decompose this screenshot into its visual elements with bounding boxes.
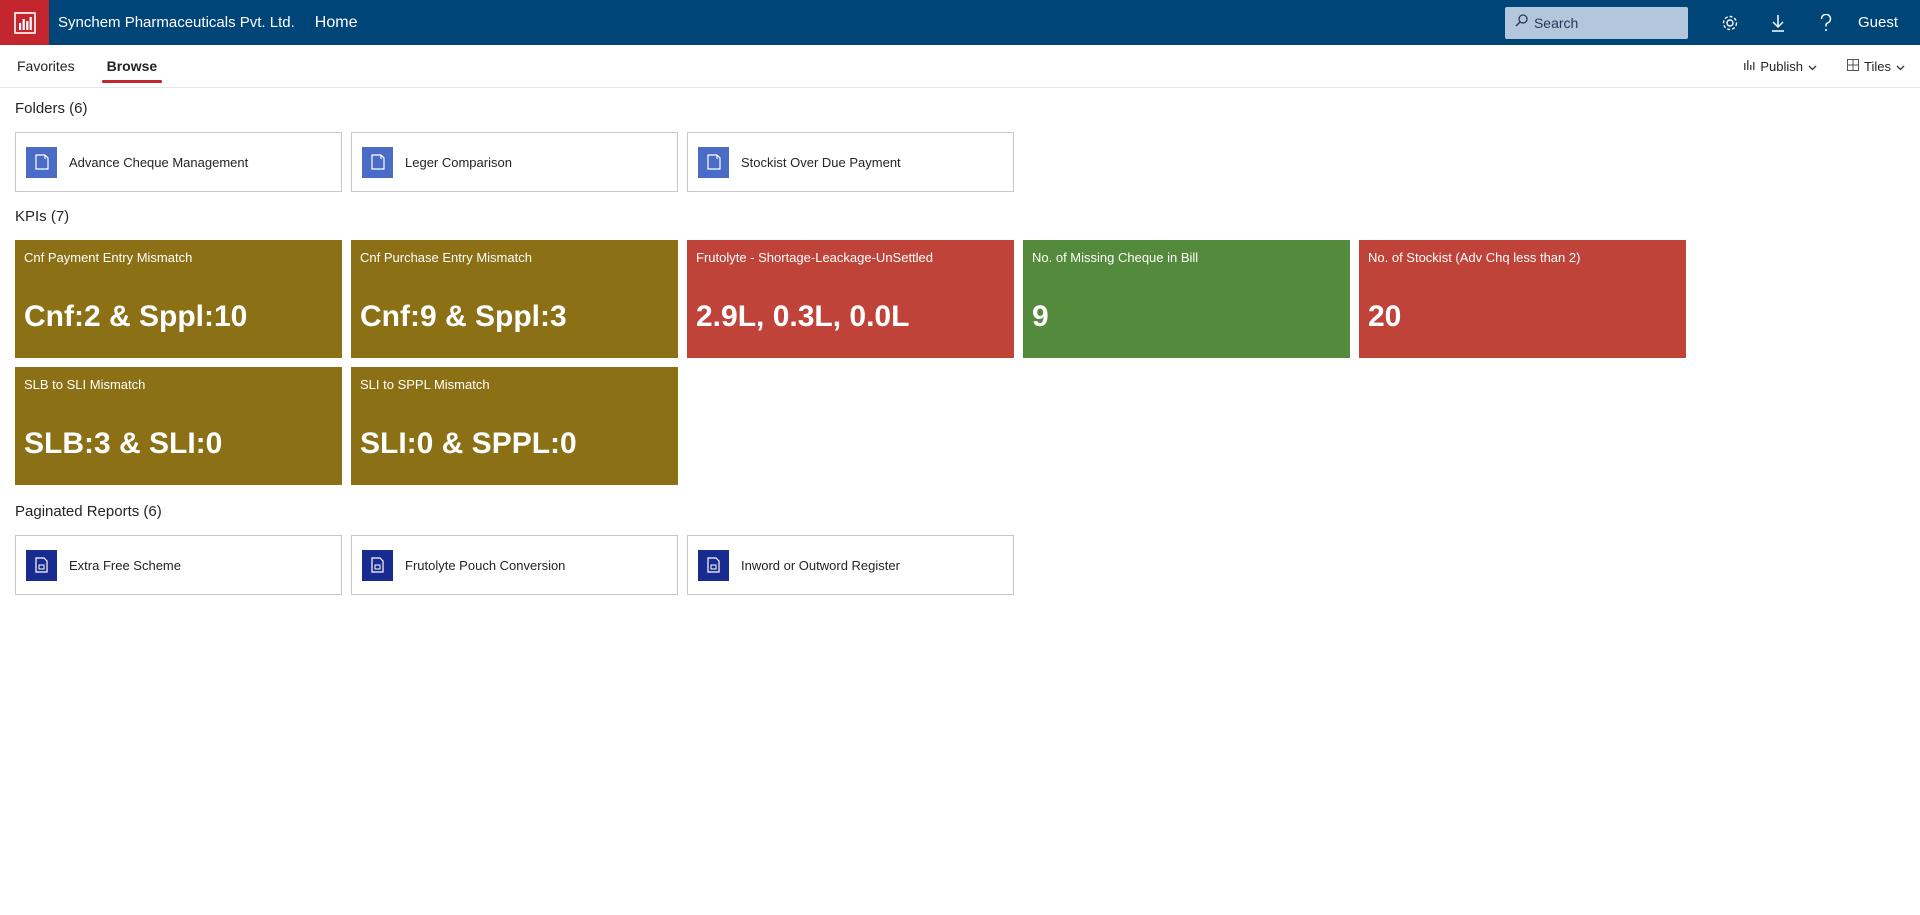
kpi-name: SLI to SPPL Mismatch	[360, 377, 490, 392]
report-tile[interactable]: Inword or Outword Register	[687, 535, 1014, 595]
folder-tile[interactable]: Leger Comparison	[351, 132, 678, 192]
report-tile[interactable]: Frutolyte Pouch Conversion	[351, 535, 678, 595]
publish-label: Publish	[1760, 58, 1804, 74]
grid-icon	[1847, 58, 1864, 74]
folder-tile[interactable]: Stockist Over Due Payment	[687, 132, 1014, 192]
user-menu[interactable]: Guest	[1858, 14, 1898, 31]
kpi-value: 20	[1368, 300, 1402, 333]
gear-icon[interactable]	[1706, 0, 1754, 45]
report-label: Extra Free Scheme	[69, 557, 181, 573]
folder-label: Leger Comparison	[405, 154, 512, 170]
kpis-row-1: Cnf Payment Entry Mismatch Cnf:2 & Sppl:…	[15, 240, 1686, 358]
kpi-name: No. of Missing Cheque in Bill	[1032, 250, 1199, 265]
folder-icon	[698, 146, 729, 178]
tab-favorites[interactable]: Favorites	[17, 52, 75, 80]
org-name: Synchem Pharmaceuticals Pvt. Ltd.	[58, 14, 295, 31]
folder-label: Stockist Over Due Payment	[741, 154, 901, 170]
sub-navigation: Favorites Browse Publish Tiles	[0, 45, 1920, 88]
download-icon[interactable]	[1754, 0, 1802, 45]
top-header: Synchem Pharmaceuticals Pvt. Ltd. Home S…	[0, 0, 1920, 45]
folder-label: Advance Cheque Management	[69, 154, 249, 170]
home-link[interactable]: Home	[315, 14, 358, 32]
help-icon[interactable]	[1802, 0, 1850, 45]
folder-icon	[362, 146, 393, 178]
kpis-heading: KPIs (7)	[15, 208, 70, 225]
view-controls: Publish Tiles	[1713, 58, 1905, 74]
kpi-value: 2.9L, 0.3L, 0.0L	[696, 300, 910, 333]
kpi-name: SLB to SLI Mismatch	[24, 377, 146, 392]
report-tile[interactable]: Extra Free Scheme	[15, 535, 342, 595]
view-mode-menu-button[interactable]: Tiles	[1847, 58, 1905, 74]
kpi-tile[interactable]: No. of Stockist (Adv Chq less than 2) 20	[1359, 240, 1686, 358]
publish-menu-button[interactable]: Publish	[1743, 59, 1817, 74]
kpi-tile[interactable]: Cnf Payment Entry Mismatch Cnf:2 & Sppl:…	[15, 240, 342, 358]
kpi-name: Cnf Purchase Entry Mismatch	[360, 250, 532, 265]
kpi-value: 9	[1032, 300, 1049, 333]
kpi-value: Cnf:2 & Sppl:10	[24, 300, 248, 333]
kpi-tile[interactable]: No. of Missing Cheque in Bill 9	[1023, 240, 1350, 358]
reports-heading: Paginated Reports (6)	[15, 503, 162, 520]
kpi-tile[interactable]: SLI to SPPL Mismatch SLI:0 & SPPL:0	[351, 367, 678, 485]
search-input[interactable]	[1533, 14, 1674, 31]
view-mode-label: Tiles	[1864, 58, 1891, 74]
bar-chart-icon	[1743, 59, 1760, 74]
search-icon	[1515, 13, 1528, 32]
reports-row: Extra Free Scheme Frutolyte Pouch Conver…	[15, 535, 1014, 595]
kpis-row-2: SLB to SLI Mismatch SLB:3 & SLI:0 SLI to…	[15, 367, 678, 485]
report-logo-icon[interactable]	[0, 0, 49, 45]
kpi-tile[interactable]: Cnf Purchase Entry Mismatch Cnf:9 & Sppl…	[351, 240, 678, 358]
paginated-report-icon	[362, 549, 393, 581]
kpi-name: No. of Stockist (Adv Chq less than 2)	[1368, 250, 1581, 265]
report-label: Frutolyte Pouch Conversion	[405, 557, 566, 573]
report-label: Inword or Outword Register	[741, 557, 900, 573]
paginated-report-icon	[26, 549, 57, 581]
folder-icon	[26, 146, 57, 178]
kpi-value: Cnf:9 & Sppl:3	[360, 300, 567, 333]
kpi-value: SLI:0 & SPPL:0	[360, 427, 577, 460]
kpi-tile[interactable]: SLB to SLI Mismatch SLB:3 & SLI:0	[15, 367, 342, 485]
paginated-report-icon	[698, 549, 729, 581]
kpi-value: SLB:3 & SLI:0	[24, 427, 223, 460]
kpi-tile[interactable]: Frutolyte - Shortage-Leackage-UnSettled …	[687, 240, 1014, 358]
folders-heading: Folders (6)	[15, 100, 88, 117]
chevron-down-icon	[1803, 59, 1817, 74]
chevron-down-icon	[1891, 59, 1905, 74]
folder-tile[interactable]: Advance Cheque Management	[15, 132, 342, 192]
folders-row: Advance Cheque Management Leger Comparis…	[15, 132, 1014, 192]
search-box[interactable]	[1504, 6, 1688, 39]
kpi-name: Cnf Payment Entry Mismatch	[24, 250, 193, 265]
header-actions: Guest	[1504, 0, 1920, 45]
kpi-name: Frutolyte - Shortage-Leackage-UnSettled	[696, 250, 934, 265]
tab-browse[interactable]: Browse	[101, 52, 162, 83]
